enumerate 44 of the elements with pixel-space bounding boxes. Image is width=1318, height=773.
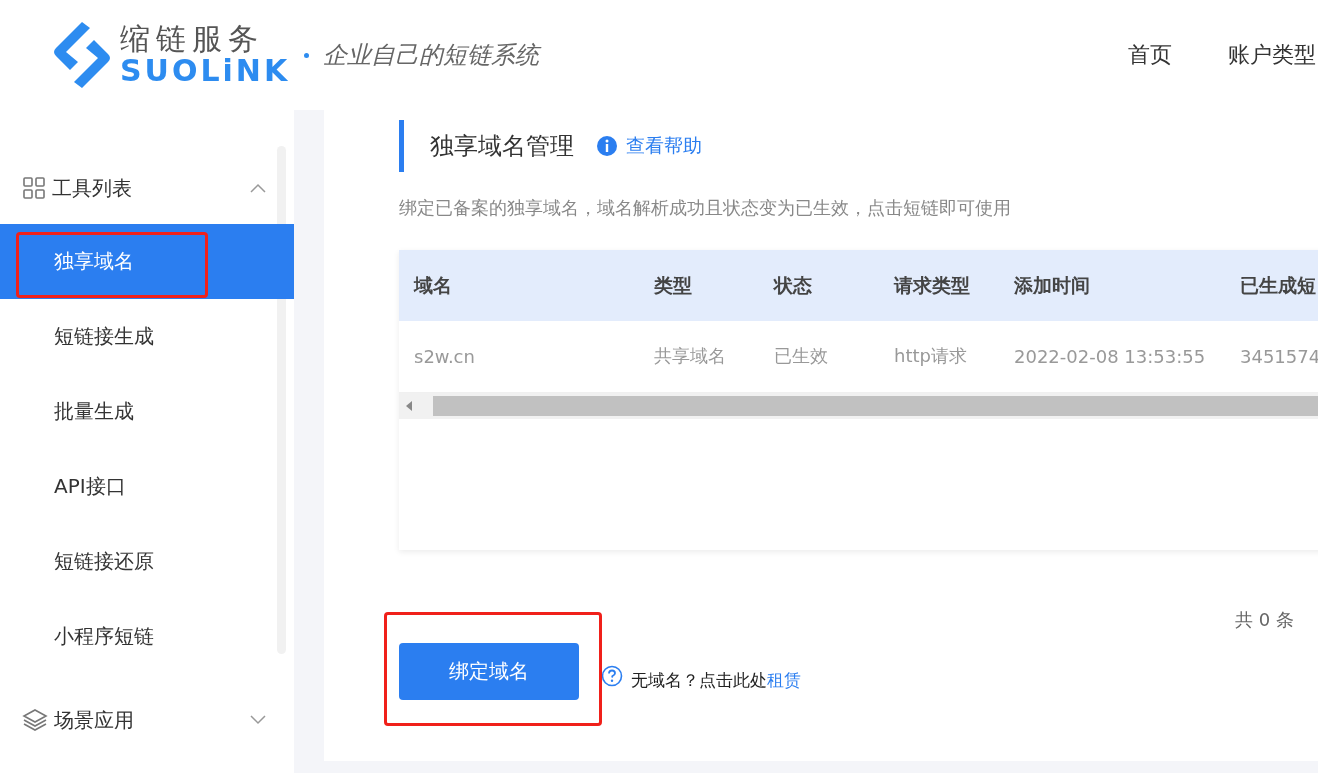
scrollbar-thumb[interactable] [433,395,1318,416]
rent-link[interactable]: 租赁 [767,670,801,690]
menu-group[interactable]: 场景应用 [0,692,294,748]
menu-item[interactable]: 独享域名 [0,224,294,299]
logo-title: 缩链服务 [120,24,265,54]
help-link[interactable]: 查看帮助 [596,133,702,159]
help-icon [601,665,623,687]
chevron-icon[interactable] [250,715,266,725]
table-cell: 已生效 [759,321,879,392]
grid-icon [22,176,46,200]
nav-link[interactable]: 账户类型 [1228,40,1316,70]
menu-item[interactable]: 小程序短链 [0,599,294,674]
logo-icon [52,20,112,90]
dot-icon [304,52,310,58]
menu-group[interactable]: 工具列表 [0,160,294,216]
menu-group-label: 场景应用 [54,706,134,734]
table-cell: 2022-02-08 13:53:55 [999,321,1225,392]
horizontal-scrollbar[interactable] [399,392,1318,419]
column-header: 请求类型 [879,250,999,321]
info-icon [596,135,618,157]
total-count: 共 0 条 [1235,608,1294,632]
column-header: 已生成短 [1225,250,1318,321]
bind-domain-button[interactable]: 绑定域名 [399,643,579,700]
table-cell: http请求 [879,321,999,392]
logo-wordmark: SUOLiNK [120,56,291,86]
scroll-left-icon[interactable] [405,400,413,411]
chevron-icon[interactable] [250,183,266,193]
column-header: 状态 [759,250,879,321]
hint-text: 无域名？点击此处租赁 [631,669,801,692]
slogan: 企业自己的短链系统 [323,40,540,71]
column-header: 域名 [399,250,639,321]
layers-icon [22,708,48,732]
menu-item[interactable]: API接口 [0,449,294,524]
column-header: 类型 [639,250,759,321]
menu-group-label: 工具列表 [52,174,132,202]
column-header: 添加时间 [999,250,1225,321]
page-title: 独享域名管理 [430,131,574,162]
nav-link[interactable]: 首页 [1128,40,1172,70]
description: 绑定已备案的独享域名，域名解析成功且状态变为已生效，点击短链即可使用 [399,196,1012,220]
table-cell: 共享域名 [639,321,759,392]
menu-item[interactable]: 批量生成 [0,374,294,449]
menu-item[interactable]: 短链接还原 [0,524,294,599]
table-cell: s2w.cn [399,321,639,392]
menu-item[interactable]: 短链接生成 [0,299,294,374]
